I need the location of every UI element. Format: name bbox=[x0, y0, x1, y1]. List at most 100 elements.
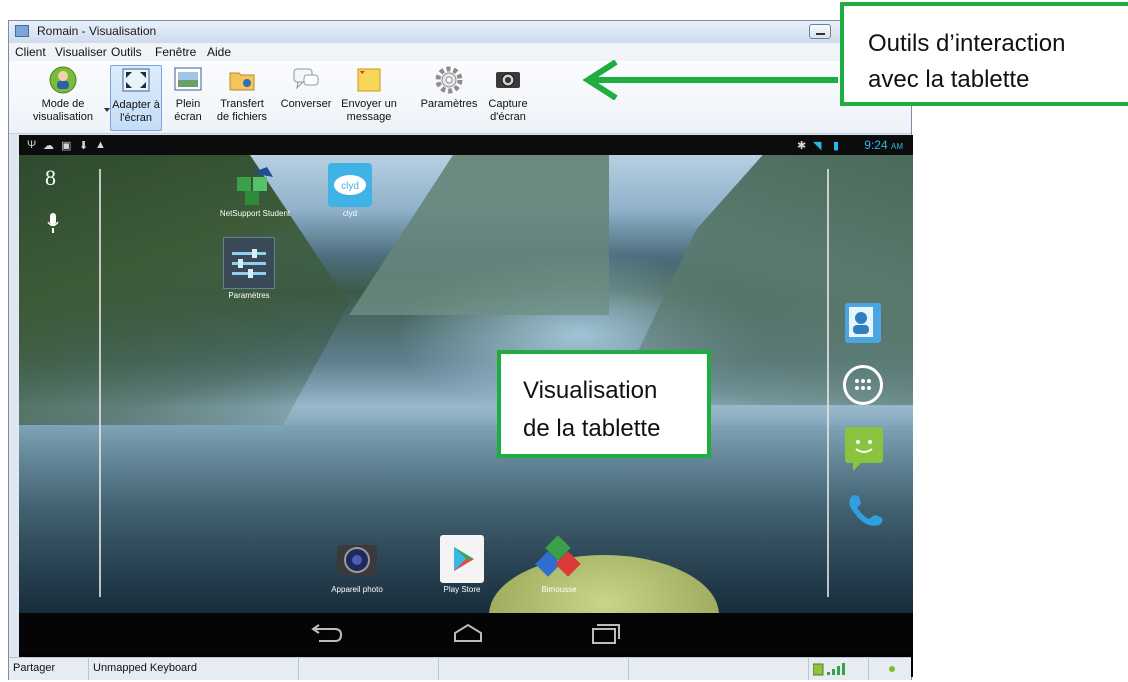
plein-label-1: Plein bbox=[175, 98, 201, 110]
back-icon[interactable] bbox=[309, 621, 343, 651]
status-led-icon bbox=[889, 666, 895, 672]
window-status-bar: Partager Unmapped Keyboard bbox=[9, 657, 911, 680]
status-signal bbox=[809, 658, 869, 680]
playstore-app-icon bbox=[440, 535, 484, 583]
clock-suffix: AM bbox=[891, 142, 903, 151]
file-transfer-icon bbox=[227, 65, 257, 95]
app-student[interactable]: NetSupport Student bbox=[215, 163, 295, 218]
messaging-icon[interactable] bbox=[845, 427, 883, 471]
app-clyd[interactable]: clyd clyd bbox=[325, 163, 375, 218]
capture-ecran-button[interactable]: Capture d'écran bbox=[483, 65, 533, 124]
callout-tools-line-2: avec la tablette bbox=[868, 66, 1030, 93]
right-divider bbox=[827, 169, 829, 597]
status-partager[interactable]: Partager bbox=[9, 658, 89, 680]
envoyer-label-1: Envoyer un bbox=[341, 98, 397, 110]
clyd-app-icon: clyd bbox=[328, 163, 372, 207]
home-screen[interactable]: 8 NetSupport Student clyd clyd Paramètre… bbox=[19, 155, 913, 613]
app-third[interactable]: Bimousse bbox=[519, 535, 599, 594]
title-bar: Romain - Visualisation bbox=[9, 21, 911, 43]
settings-gear-icon bbox=[434, 65, 464, 95]
bluetooth-icon: ✱ bbox=[797, 140, 807, 152]
menu-visualiser[interactable]: Visualiser bbox=[55, 45, 107, 59]
plein-ecran-button[interactable]: Plein écran bbox=[165, 65, 211, 124]
clyd-label: clyd bbox=[342, 209, 358, 218]
app-camera[interactable]: Appareil photo bbox=[317, 535, 397, 594]
android-nav-bar bbox=[19, 613, 913, 653]
battery-icon: ▮ bbox=[833, 140, 840, 152]
callout-tools: Outils d’interaction avec la tablette bbox=[840, 2, 1128, 106]
converser-button[interactable]: Converser bbox=[277, 65, 335, 111]
transfert-label-1: Transfert bbox=[220, 98, 264, 110]
transfert-fichiers-button[interactable]: Transfert de fichiers bbox=[212, 65, 272, 124]
status-empty-3 bbox=[629, 658, 809, 680]
capture-label-2: d'écran bbox=[490, 111, 526, 123]
app-drawer-icon[interactable] bbox=[843, 365, 883, 405]
cloud-icon: ☁ bbox=[43, 140, 54, 152]
google-search-icon[interactable]: 8 bbox=[45, 165, 56, 191]
plein-label-2: écran bbox=[174, 111, 202, 123]
recent-apps-icon[interactable] bbox=[589, 621, 623, 651]
student-label: NetSupport Student bbox=[219, 209, 291, 218]
app-window: Romain - Visualisation Client Visualiser… bbox=[8, 20, 913, 680]
left-divider bbox=[99, 169, 101, 597]
playstore-label: Play Store bbox=[443, 585, 481, 594]
parametres-button[interactable]: Paramètres bbox=[419, 65, 479, 111]
adapter-label-1: Adapter à bbox=[112, 99, 160, 111]
background-mountain-mid bbox=[349, 155, 609, 315]
callout-arrow bbox=[582, 60, 838, 100]
menu-fenetre[interactable]: Fenêtre bbox=[155, 45, 196, 59]
menu-client[interactable]: Client bbox=[15, 45, 46, 59]
adapter-ecran-button[interactable]: Adapter à l'écran bbox=[110, 65, 162, 131]
minimize-button[interactable] bbox=[809, 24, 831, 39]
signal-icon bbox=[812, 663, 845, 676]
callout-tools-line-1: Outils d’interaction bbox=[868, 30, 1066, 57]
converser-label: Converser bbox=[280, 98, 332, 110]
app-playstore[interactable]: Play Store bbox=[427, 535, 497, 594]
status-empty-1 bbox=[299, 658, 439, 680]
envoyer-label-2: message bbox=[346, 111, 392, 123]
callout-visualisation: Visualisation de la tablette bbox=[497, 350, 711, 458]
microphone-icon[interactable] bbox=[47, 213, 59, 233]
adapter-label-2: l'écran bbox=[119, 112, 153, 124]
menu-outils[interactable]: Outils bbox=[111, 45, 142, 59]
capture-label-1: Capture bbox=[488, 98, 528, 110]
clock: 9:24 AM bbox=[864, 138, 903, 152]
wifi-icon: ◥ bbox=[813, 140, 822, 152]
mode-visualisation-button[interactable]: Mode de visualisation bbox=[21, 65, 105, 124]
camera-app-icon bbox=[333, 535, 381, 583]
download-icon: ⬇ bbox=[79, 140, 89, 152]
usb-icon: Ψ bbox=[27, 139, 37, 151]
settings-app-icon bbox=[223, 237, 275, 289]
status-empty-2 bbox=[439, 658, 629, 680]
menu-bar: Client Visualiser Outils Fenêtre Aide bbox=[9, 43, 911, 61]
image-icon: ▣ bbox=[61, 140, 72, 152]
callout-visual-line-1: Visualisation bbox=[523, 377, 658, 404]
background-mountain-left bbox=[19, 155, 349, 425]
tablet-display[interactable]: Ψ ☁ ▣ ⬇ ▲ ✱ ◥ ▮ 9:24 AM 8 NetSupport Stu… bbox=[19, 135, 913, 677]
menu-aide[interactable]: Aide bbox=[207, 45, 231, 59]
envoyer-message-button[interactable]: Envoyer un message bbox=[339, 65, 399, 124]
parametres-label: Paramètres bbox=[420, 98, 478, 110]
window-title: Romain - Visualisation bbox=[37, 24, 157, 38]
camera-icon bbox=[493, 65, 523, 95]
third-label: Bimousse bbox=[541, 585, 577, 594]
phone-icon[interactable] bbox=[845, 489, 885, 529]
home-icon[interactable] bbox=[451, 621, 485, 651]
warning-icon: ▲ bbox=[95, 139, 106, 151]
parametres-app-label: Paramètres bbox=[228, 291, 270, 300]
third-app-icon bbox=[535, 535, 583, 583]
student-app-icon bbox=[233, 163, 277, 207]
mode-label-1: Mode de bbox=[41, 98, 85, 110]
app-parametres[interactable]: Paramètres bbox=[219, 237, 279, 300]
transfert-label-2: de fichiers bbox=[216, 111, 268, 123]
status-keyboard: Unmapped Keyboard bbox=[89, 658, 299, 680]
camera-label: Appareil photo bbox=[331, 585, 383, 594]
message-icon bbox=[354, 65, 384, 95]
chat-icon bbox=[291, 65, 321, 95]
contacts-icon[interactable] bbox=[845, 303, 881, 343]
fullscreen-icon bbox=[173, 65, 203, 95]
fit-screen-icon bbox=[121, 66, 151, 96]
android-status-bar: Ψ ☁ ▣ ⬇ ▲ ✱ ◥ ▮ 9:24 AM bbox=[19, 135, 913, 155]
svg-text:clyd: clyd bbox=[341, 181, 359, 192]
app-icon bbox=[15, 25, 29, 37]
